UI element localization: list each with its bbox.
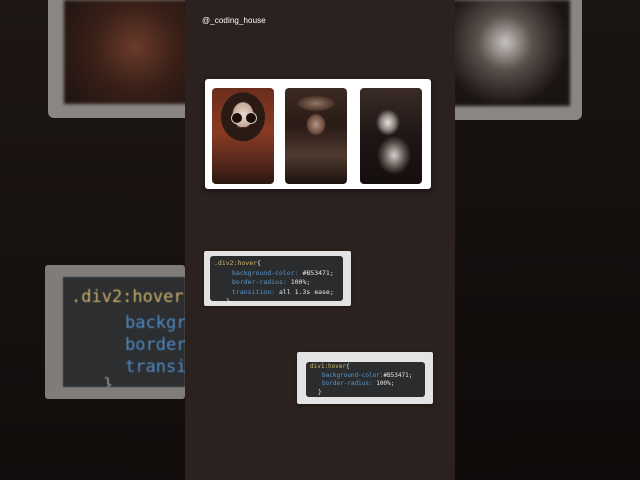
code-line-property: background-color: #B53471;: [210, 269, 343, 279]
code-block: .div2:hover{ background-color: #B53471; …: [210, 256, 343, 305]
code-block: div1:hover{ background-color:#B53471; bo…: [306, 362, 425, 397]
css-property: background-color:: [232, 268, 299, 277]
close-brace: }: [318, 388, 322, 396]
css-property: transition:: [232, 287, 276, 296]
gallery-image-demon[interactable]: [285, 88, 347, 184]
css-value: all 1.3s ease;: [278, 287, 334, 296]
mouth-shape: [237, 127, 249, 132]
css-value: #B53471;: [302, 268, 334, 277]
code-line-close: }: [306, 389, 425, 398]
code-line-close: }: [210, 297, 343, 307]
css-property: background-color:: [322, 371, 384, 379]
gallery-image-sugar-skull[interactable]: [212, 88, 274, 184]
css-property: border-radius:: [322, 380, 373, 387]
css-selector: .div2:hover: [214, 259, 258, 267]
code-snippet-div1: div1:hover{ background-color:#B53471; bo…: [297, 352, 433, 404]
code-snippet-div2: .div2:hover{ background-color: #B53471; …: [204, 251, 351, 306]
css-selector: div1:hover: [310, 363, 347, 370]
code-line-property: border-radius: 100%;: [210, 278, 343, 288]
background-code-line: transitio: [125, 357, 185, 377]
close-brace: }: [226, 297, 230, 305]
background-code-line: .div2:hover{: [71, 287, 185, 307]
background-code-line: backgrou: [125, 313, 185, 333]
gallery-image-knight[interactable]: [360, 88, 422, 184]
blurred-background-code: .div2:hover{ backgrou border-r transitio…: [45, 265, 185, 399]
open-brace: {: [346, 363, 350, 370]
css-value: 100%;: [290, 278, 311, 286]
css-property: border-radius:: [232, 278, 287, 286]
eye-shape: [245, 112, 257, 124]
blurred-background-image-right: [438, 0, 582, 120]
open-brace: {: [257, 259, 261, 267]
video-frame: @_coding_house .div2:hover{ background-c…: [185, 0, 455, 480]
background-code-line: }: [103, 375, 114, 387]
code-line-selector: div1:hover{: [306, 363, 425, 372]
watermark-handle: @_coding_house: [202, 16, 266, 25]
css-value: 100%;: [376, 380, 395, 387]
eye-shape: [231, 112, 243, 124]
image-gallery-card: [205, 79, 431, 189]
code-line-property: border-radius: 100%;: [306, 380, 425, 389]
code-line-property: transition: all 1.3s ease;: [210, 288, 343, 298]
blurred-background-image-left: [48, 0, 208, 118]
background-code-line: border-r: [125, 335, 185, 355]
code-line-property: background-color:#B53471;: [306, 372, 425, 381]
code-line-selector: .div2:hover{: [210, 259, 343, 269]
css-value: #B53471;: [383, 371, 413, 379]
